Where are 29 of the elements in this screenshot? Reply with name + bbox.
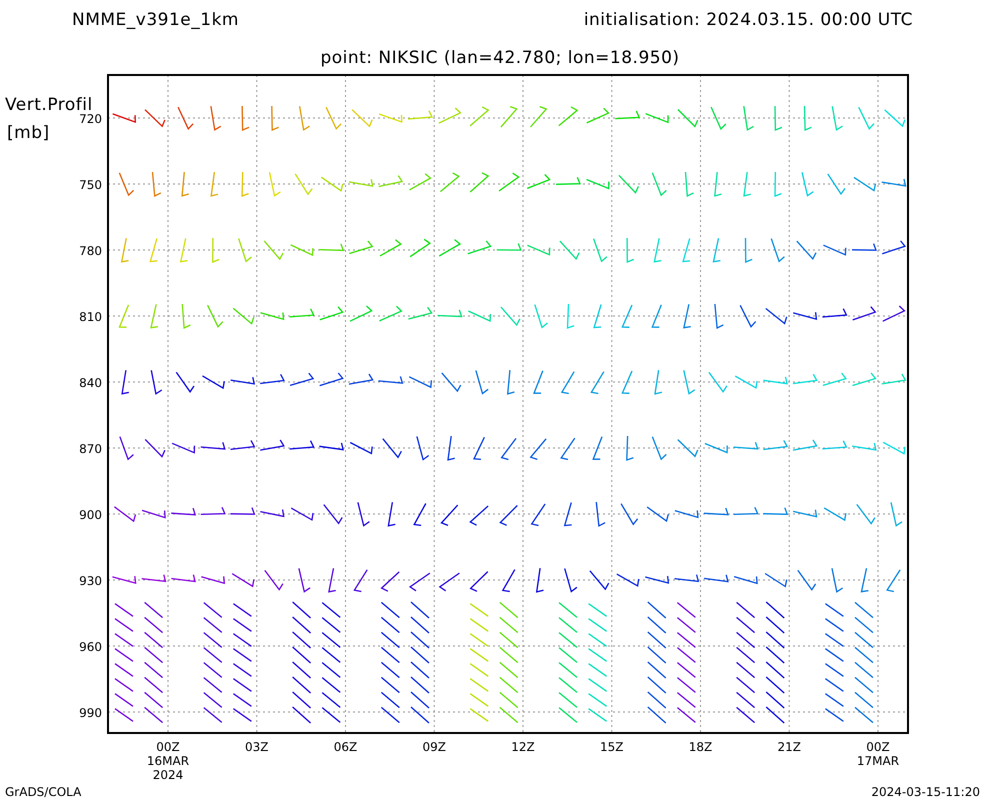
y-axis-label: 840 (79, 376, 102, 390)
footer-timestamp: 2024-03-15-11:20 (871, 785, 980, 799)
x-axis-label: 06Z (334, 740, 358, 754)
x-axis-label: 12Z (511, 740, 535, 754)
y-axis-label: 870 (79, 442, 102, 456)
model-title: NMME_v391e_1km (72, 10, 239, 30)
initialisation-title: initialisation: 2024.03.15. 00:00 UTC (584, 10, 913, 30)
y-axis-label: 960 (79, 640, 102, 654)
x-axis-label: 18Z (688, 740, 712, 754)
x-axis-label: 21Z (778, 740, 801, 754)
y-axis-label: 750 (79, 178, 102, 192)
y-axis-title: Vert.Profil (5, 95, 93, 115)
x-axis-label: 15Z (600, 740, 624, 754)
footer-source: GrADS/COLA (5, 785, 82, 799)
y-axis-label: 990 (79, 706, 102, 720)
x-axis-label: 00Z (156, 740, 180, 754)
y-axis-unit: [mb] (7, 123, 50, 143)
x-axis-date-label: 16MAR (146, 754, 190, 768)
x-axis-date-label: 2024 (152, 768, 184, 782)
x-axis-label: 03Z (245, 740, 268, 754)
x-axis-date-label: 17MAR (856, 754, 900, 768)
y-axis-label: 780 (79, 244, 102, 258)
y-axis-label: 720 (79, 112, 102, 126)
x-axis-label: 09Z (422, 740, 446, 754)
point-title: point: NIKSIC (lan=42.780; lon=18.950) (320, 48, 680, 68)
y-axis-label: 810 (79, 310, 102, 324)
y-axis-label: 900 (79, 508, 102, 522)
x-axis-label: 00Z (866, 740, 890, 754)
y-axis-label: 930 (79, 574, 102, 588)
